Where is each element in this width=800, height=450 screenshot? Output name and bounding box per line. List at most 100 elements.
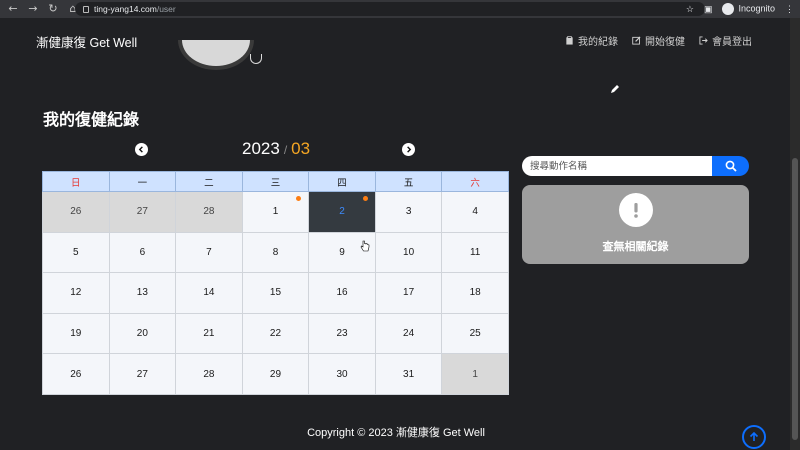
incognito-icon: [722, 3, 735, 15]
weekday-row: 日 一 二 三 四 五 六: [42, 171, 509, 192]
page-title: 我的復健紀錄: [43, 110, 140, 129]
scroll-to-top-button[interactable]: [742, 425, 766, 449]
day-cell[interactable]: 29: [241, 353, 310, 395]
avatar: [178, 40, 254, 70]
day-cell[interactable]: 25: [441, 312, 509, 355]
day-cell[interactable]: 11: [441, 231, 509, 274]
profile-button[interactable]: Incognito: [722, 3, 775, 15]
bookmark-star-icon[interactable]: ☆: [686, 4, 694, 15]
pencil-icon[interactable]: [610, 84, 620, 94]
exclamation-icon: [619, 193, 653, 227]
brand-link[interactable]: 漸健康復 Get Well: [36, 32, 137, 51]
day-cell[interactable]: 4: [441, 191, 509, 233]
record-dot: [296, 196, 302, 201]
record-dot: [362, 196, 368, 201]
day-cell[interactable]: 17: [374, 272, 443, 314]
forward-icon[interactable]: →: [26, 2, 40, 16]
weekday-sat: 六: [441, 171, 509, 192]
day-cell[interactable]: 28: [175, 353, 243, 395]
day-cell[interactable]: 30: [308, 353, 376, 395]
search-bar: [522, 156, 749, 176]
search-button[interactable]: [712, 156, 749, 176]
day-cell[interactable]: 26: [42, 353, 110, 395]
month-label: 2023/03: [242, 139, 310, 159]
prev-month-button[interactable]: [135, 143, 148, 156]
week-row: 12 13 14 15 16 17 18: [42, 272, 509, 314]
url-path: /user: [156, 4, 176, 14]
calendar-year: 2023: [242, 139, 280, 158]
day-cell[interactable]: 15: [241, 272, 310, 314]
day-cell-selected[interactable]: 2: [308, 191, 376, 233]
calendar-header: 2023/03: [135, 137, 415, 163]
weekday-tue: 二: [175, 171, 243, 192]
week-row: 26 27 28 1 2 3 4: [42, 191, 509, 233]
day-cell[interactable]: 3: [374, 191, 443, 233]
day-number: 1: [272, 206, 279, 218]
menu-kebab-icon[interactable]: ⋮: [785, 4, 794, 15]
arrow-up-icon: [749, 431, 759, 441]
day-cell[interactable]: 13: [108, 272, 177, 314]
weekday-wed: 三: [241, 171, 310, 192]
day-cell[interactable]: 10: [374, 231, 443, 274]
day-cell[interactable]: 8: [241, 231, 310, 274]
day-cell[interactable]: 12: [42, 272, 110, 314]
page: 漸健康復 Get Well 我的紀錄 開始復健 會員登出 我的復健紀錄 2023…: [0, 18, 800, 450]
day-cell[interactable]: 1: [441, 353, 509, 395]
day-cell[interactable]: 20: [108, 312, 177, 355]
mouse-cursor-icon: [360, 240, 370, 252]
date-separator: /: [283, 143, 288, 157]
day-cell[interactable]: 27: [108, 191, 177, 233]
day-cell[interactable]: 28: [175, 191, 243, 233]
day-cell[interactable]: 27: [108, 353, 177, 395]
day-cell[interactable]: 18: [441, 272, 509, 314]
day-cell[interactable]: 24: [374, 312, 443, 355]
weekday-sun: 日: [42, 171, 110, 192]
address-bar[interactable]: ting-yang14.com/user: [75, 2, 705, 16]
week-row: 5 6 7 8 9 10 11: [42, 231, 509, 274]
day-cell[interactable]: 14: [175, 272, 243, 314]
lock-icon: [83, 5, 89, 13]
day-cell[interactable]: 7: [175, 231, 243, 274]
weekday-mon: 一: [108, 171, 177, 192]
page-scrollbar[interactable]: [790, 18, 800, 450]
scrollbar-thumb[interactable]: [792, 158, 798, 440]
day-cell[interactable]: 31: [374, 353, 443, 395]
nav-start-rehab[interactable]: 開始復健: [632, 33, 685, 48]
day-cell[interactable]: 21: [175, 312, 243, 355]
day-cell[interactable]: 23: [308, 312, 376, 355]
weekday-fri: 五: [374, 171, 443, 192]
calendar-grid: 日 一 二 三 四 五 六 26 27 28 1 2 3 4 5 6 7 8 9…: [42, 171, 509, 395]
reload-icon[interactable]: ↻: [46, 2, 60, 16]
nav-logout-label: 會員登出: [712, 37, 752, 48]
day-cell[interactable]: 5: [42, 231, 110, 274]
edit-icon: [632, 36, 641, 45]
nav-my-records[interactable]: 我的紀錄: [565, 33, 618, 48]
clipboard-icon: [566, 36, 573, 45]
footer-copyright: Copyright © 2023 漸健康復 Get Well: [307, 427, 485, 439]
chevron-right-icon: [407, 146, 412, 153]
search-icon: [725, 160, 737, 172]
top-nav: 我的紀錄 開始復健 會員登出: [565, 33, 752, 48]
avatar-upload-button[interactable]: [250, 54, 262, 64]
next-month-button[interactable]: [402, 143, 415, 156]
day-cell[interactable]: 26: [42, 191, 110, 233]
search-input[interactable]: [522, 156, 712, 176]
nav-start-rehab-label: 開始復健: [645, 37, 685, 48]
browser-toolbar: ← → ↻ ⌂ ting-yang14.com/user ☆ ▣ Incogni…: [0, 0, 800, 18]
day-cell[interactable]: 1: [241, 191, 310, 233]
weekday-thu: 四: [308, 171, 376, 192]
chevron-left-icon: [138, 146, 143, 153]
empty-state-message: 查無相關紀錄: [602, 240, 669, 253]
back-icon[interactable]: ←: [6, 2, 20, 16]
nav-logout[interactable]: 會員登出: [699, 33, 752, 48]
week-row: 26 27 28 29 30 31 1: [42, 353, 509, 395]
day-number: 2: [339, 206, 345, 218]
day-cell[interactable]: 6: [108, 231, 177, 274]
url-host: ting-yang14.com: [94, 4, 157, 14]
day-cell[interactable]: 22: [241, 312, 310, 355]
day-cell[interactable]: 19: [42, 312, 110, 355]
empty-state-card: 查無相關紀錄: [522, 185, 749, 264]
day-cell[interactable]: 9: [308, 231, 376, 274]
sidepanel-icon[interactable]: ▣: [704, 4, 713, 15]
day-cell[interactable]: 16: [308, 272, 376, 314]
